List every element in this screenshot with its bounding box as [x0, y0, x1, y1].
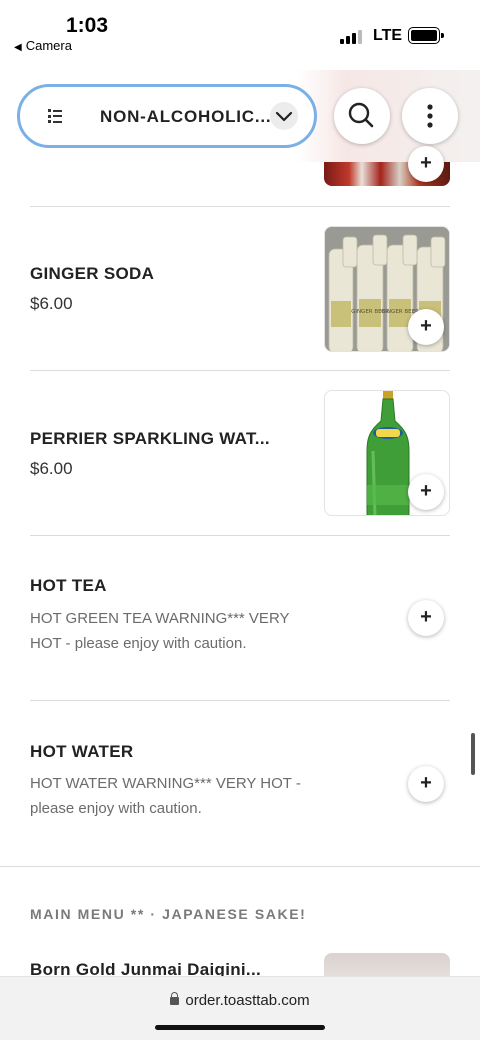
item-description: HOT GREEN TEA WARNING*** VERY HOT - plea…	[30, 606, 330, 656]
search-icon	[348, 102, 374, 128]
item-price: $6.00	[30, 459, 73, 478]
search-button[interactable]	[334, 88, 390, 144]
item-price: $6.00	[30, 294, 73, 313]
add-perrier-button[interactable]: +	[408, 474, 444, 510]
item-description: HOT WATER WARNING*** VERY HOT - please e…	[30, 771, 330, 821]
add-hot-water-button[interactable]: +	[408, 766, 444, 802]
back-app-label: Camera	[25, 38, 72, 53]
add-previous-item-button[interactable]: +	[408, 146, 444, 182]
url-text: order.toasttab.com	[185, 992, 310, 1009]
chevron-down-icon	[270, 102, 298, 130]
menu-header: NON-ALCOHOLIC...	[0, 70, 480, 162]
divider	[30, 206, 450, 207]
status-bar: 1:03 ◀ Camera LTE	[0, 0, 480, 70]
divider	[30, 535, 450, 536]
status-time: 1:03	[66, 14, 109, 37]
item-name: HOT WATER	[30, 742, 134, 761]
browser-url-bar[interactable]: order.toasttab.com	[0, 976, 480, 1040]
more-vertical-icon	[427, 104, 433, 128]
item-description-line: HOT GREEN TEA WARNING*** VERY	[30, 610, 290, 627]
divider	[30, 370, 450, 371]
home-indicator[interactable]	[155, 1025, 325, 1030]
scrollbar[interactable]	[471, 733, 475, 775]
divider	[30, 700, 450, 701]
item-description-line: please enjoy with caution.	[30, 800, 202, 817]
category-dropdown[interactable]: NON-ALCOHOLIC...	[17, 84, 317, 148]
item-description-line: HOT - please enjoy with caution.	[30, 635, 247, 652]
section-divider	[0, 866, 480, 867]
item-name: HOT TEA	[30, 576, 107, 595]
lock-icon	[170, 992, 180, 1005]
more-options-button[interactable]	[402, 88, 458, 144]
network-type: LTE	[373, 27, 403, 44]
add-hot-tea-button[interactable]: +	[408, 600, 444, 636]
section-title: MAIN MENU ** · JAPANESE SAKE!	[30, 906, 307, 922]
back-to-camera-link[interactable]: ◀ Camera	[14, 38, 72, 53]
add-ginger-soda-button[interactable]: +	[408, 309, 444, 345]
item-name: GINGER SODA	[30, 264, 155, 283]
item-name: PERRIER SPARKLING WAT...	[30, 429, 270, 448]
cellular-signal-icon	[340, 30, 364, 44]
item-description-line: HOT WATER WARNING*** VERY HOT -	[30, 775, 301, 792]
back-arrow-icon: ◀	[14, 42, 22, 53]
category-label: NON-ALCOHOLIC...	[100, 107, 272, 126]
list-icon	[48, 109, 62, 123]
battery-icon	[408, 27, 444, 44]
